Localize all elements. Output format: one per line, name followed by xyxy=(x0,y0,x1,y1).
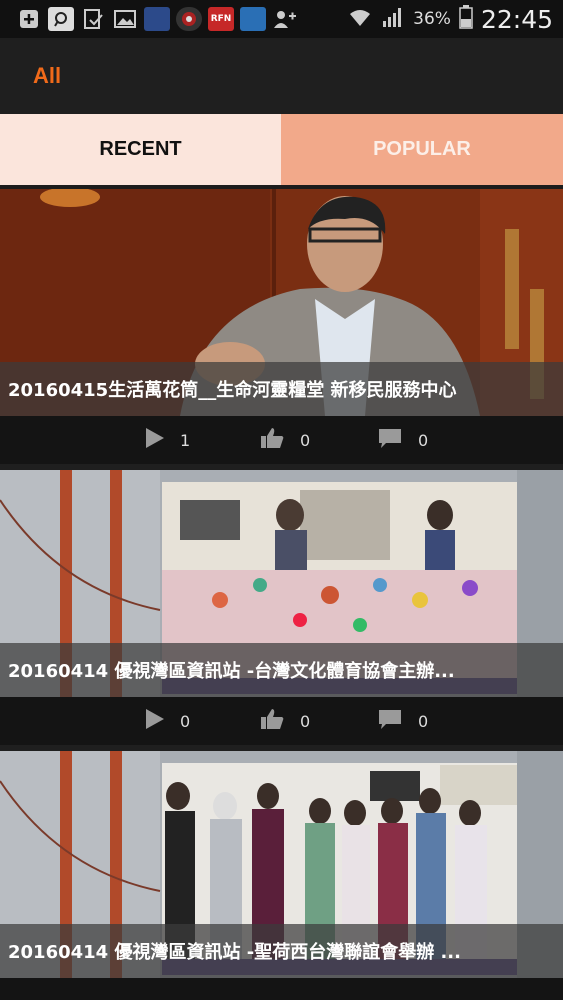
plus-box-icon xyxy=(16,7,42,31)
tab-popular[interactable]: POPULAR xyxy=(281,114,563,185)
add-user-icon xyxy=(272,7,298,31)
comment-icon[interactable] xyxy=(378,708,402,734)
battery-icon xyxy=(459,5,473,33)
comment-icon[interactable] xyxy=(378,427,402,453)
likes-count: 0 xyxy=(300,711,311,731)
clock: 22:45 xyxy=(480,4,553,34)
stats-bar xyxy=(0,978,563,1000)
video-title: 20160414 優視灣區資訊站 -聖荷西台灣聯誼會舉辦 ... xyxy=(8,942,461,963)
video-title-overlay: 20160414 優視灣區資訊站 -台灣文化體育協會主辦... xyxy=(0,643,563,697)
list-item[interactable]: 20160414 優視灣區資訊站 -聖荷西台灣聯誼會舉辦 ... xyxy=(0,751,563,1000)
plays-stat: 0 xyxy=(144,697,190,745)
tab-recent[interactable]: RECENT xyxy=(0,114,281,185)
comments-count: 0 xyxy=(418,430,429,450)
news2-app-icon xyxy=(240,7,266,31)
stats-bar: 0 0 0 xyxy=(0,697,563,745)
play-icon[interactable] xyxy=(144,707,166,735)
check-doc-icon xyxy=(80,7,106,31)
stats-bar: 1 0 0 xyxy=(0,416,563,464)
rfn-app-icon: RFN xyxy=(208,7,234,31)
plays-count: 0 xyxy=(180,711,191,731)
thumbs-up-icon[interactable] xyxy=(260,427,284,453)
battery-percent: 36% xyxy=(413,9,451,29)
comments-count: 0 xyxy=(418,711,429,731)
video-title: 20160414 優視灣區資訊站 -台灣文化體育協會主辦... xyxy=(8,661,455,682)
list-item[interactable]: 20160414 優視灣區資訊站 -台灣文化體育協會主辦... 0 0 0 xyxy=(0,470,563,752)
plays-stat: 1 xyxy=(144,416,190,464)
video-title-overlay: 20160414 優視灣區資訊站 -聖荷西台灣聯誼會舉辦 ... xyxy=(0,924,563,978)
search-app-icon xyxy=(48,7,74,31)
thumbs-up-icon[interactable] xyxy=(260,708,284,734)
status-bar: RFN 36% 22:45 xyxy=(0,0,563,38)
comments-stat: 0 xyxy=(378,416,428,464)
video-title: 20160415生活萬花筒__生命河靈糧堂 新移民服務中心 xyxy=(8,380,457,401)
likes-stat: 0 xyxy=(260,697,310,745)
image-icon xyxy=(112,7,138,31)
badge-app-icon xyxy=(176,7,202,31)
likes-stat: 0 xyxy=(260,416,310,464)
video-title-overlay: 20160415生活萬花筒__生命河靈糧堂 新移民服務中心 xyxy=(0,362,563,416)
wifi-icon xyxy=(347,6,373,32)
app-bar: All xyxy=(0,38,563,114)
signal-icon xyxy=(381,6,405,32)
category-title[interactable]: All xyxy=(33,63,61,89)
list-item[interactable]: 20160415生活萬花筒__生命河靈糧堂 新移民服務中心 1 0 0 xyxy=(0,189,563,471)
comments-stat: 0 xyxy=(378,697,428,745)
plays-count: 1 xyxy=(180,430,191,450)
news-app-icon xyxy=(144,7,170,31)
play-icon[interactable] xyxy=(144,426,166,454)
likes-count: 0 xyxy=(300,430,311,450)
tab-bar: RECENT POPULAR xyxy=(0,114,563,185)
